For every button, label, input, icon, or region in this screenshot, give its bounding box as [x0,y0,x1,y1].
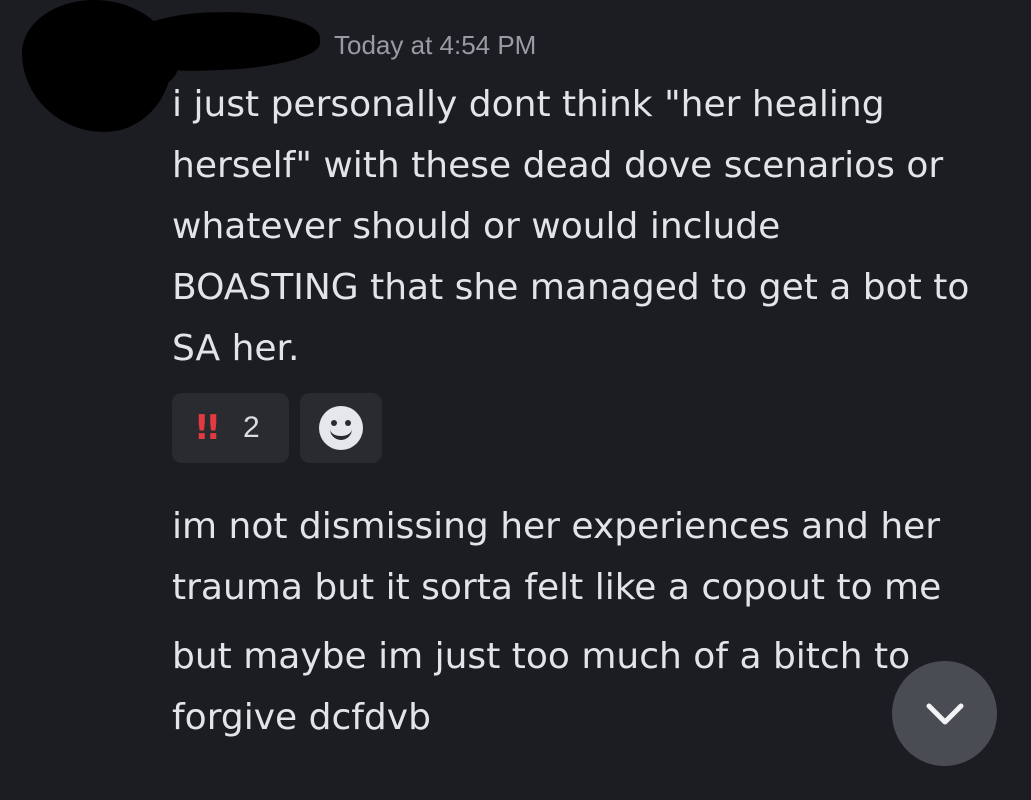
smile-icon [319,406,363,450]
scroll-to-bottom-button[interactable] [892,661,997,766]
message-line: i just personally dont think "her healin… [172,84,885,125]
message-timestamp[interactable]: Today at 4:54 PM [334,30,536,61]
message-line: herself" with these dead dove scenarios … [172,145,944,186]
add-reaction-button[interactable] [300,393,382,463]
reaction-double-exclamation[interactable]: !! 2 [172,393,289,463]
message-line: trauma but it sorta felt like a copout t… [172,567,942,608]
message-line: forgive dcfdvb [172,697,431,738]
message-text: im not dismissing her experiences and he… [172,496,1012,618]
reaction-bar: !! 2 [172,393,382,463]
message-line: whatever should or would include [172,206,781,247]
message-text: but maybe im just too much of a bitch to… [172,626,1012,748]
message-line: but maybe im just too much of a bitch to [172,636,911,677]
reaction-count: 2 [243,411,260,444]
message-text: i just personally dont think "her healin… [172,74,1012,379]
message-line: im not dismissing her experiences and he… [172,506,941,547]
message-line: SA her. [172,328,300,369]
chevron-down-icon [926,703,963,724]
message-line: BOASTING that she managed to get a bot t… [172,267,970,308]
double-exclamation-icon: !! [194,408,221,448]
